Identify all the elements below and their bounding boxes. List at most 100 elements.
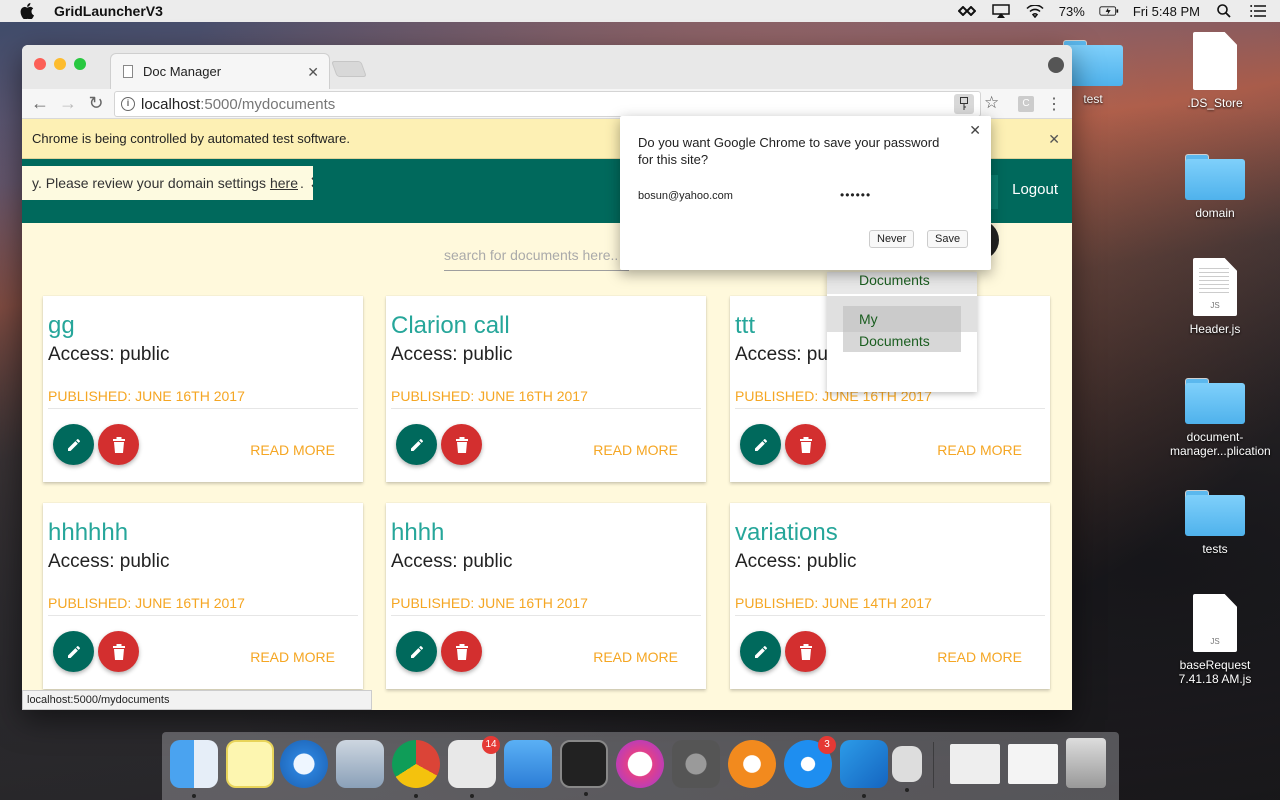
logout-link[interactable]: Logout	[1012, 181, 1058, 198]
nav-dropdown-menu: Documents My Documents	[827, 272, 977, 392]
notes-icon[interactable]	[226, 740, 274, 788]
desktop-folder-domain[interactable]: domain	[1170, 154, 1260, 220]
card-title[interactable]: ttt	[735, 312, 755, 340]
url-path: :5000/mydocuments	[200, 95, 336, 113]
nav-item[interactable]	[990, 175, 998, 209]
zoom-window-button[interactable]	[74, 58, 86, 70]
card-title[interactable]: Clarion call	[391, 312, 510, 340]
save-button[interactable]: Save	[927, 230, 969, 248]
minimized-window-thumbnail[interactable]	[1008, 744, 1058, 784]
system-preferences-icon[interactable]	[672, 740, 720, 788]
keynote-icon[interactable]	[504, 740, 552, 788]
close-window-button[interactable]	[34, 58, 46, 70]
dialog-close-icon[interactable]: ✕	[969, 122, 981, 139]
delete-button[interactable]	[98, 631, 139, 672]
app-name[interactable]: GridLauncherV3	[54, 3, 163, 19]
java-app-icon[interactable]	[892, 746, 922, 792]
trash-icon	[112, 643, 125, 660]
address-bar[interactable]: i localhost:5000/mydocuments	[114, 91, 981, 117]
file-icon	[1193, 32, 1237, 90]
edit-button[interactable]	[396, 424, 437, 465]
minimize-window-button[interactable]	[54, 58, 66, 70]
search-input[interactable]: search for documents here..	[444, 241, 629, 271]
bookmark-star-icon[interactable]: ☆	[984, 93, 999, 113]
delete-button[interactable]	[785, 424, 826, 465]
trash-icon[interactable]	[1066, 738, 1106, 788]
save-password-dialog: Do you want Google Chrome to save your p…	[620, 116, 991, 270]
card-title[interactable]: hhhhhh	[48, 519, 128, 547]
link-icon[interactable]	[957, 4, 977, 18]
toast-close-icon[interactable]: ✕	[310, 173, 313, 193]
spotlight-search-icon[interactable]	[1214, 4, 1234, 18]
edit-button[interactable]	[53, 631, 94, 672]
toast-link[interactable]: here	[270, 175, 298, 191]
card-title[interactable]: gg	[48, 312, 75, 340]
dialog-question: Do you want Google Chrome to save your p…	[638, 135, 940, 167]
trash-icon	[799, 436, 812, 453]
reload-icon[interactable]: ↻	[86, 93, 106, 114]
apple-icon[interactable]	[20, 3, 34, 19]
battery-icon[interactable]	[1099, 4, 1119, 18]
extension-icon[interactable]: C	[1018, 96, 1034, 112]
desktop-folder-document-manager[interactable]: document-manager...plication	[1170, 378, 1271, 458]
pencil-icon	[410, 438, 423, 451]
dialog-username: bosun@yahoo.com	[638, 190, 733, 202]
edit-button[interactable]	[740, 631, 781, 672]
desktop-file-header-js[interactable]: JS Header.js	[1170, 258, 1260, 336]
js-file-icon: JS	[1193, 258, 1237, 316]
safari-icon[interactable]	[280, 740, 328, 788]
forward-icon[interactable]: →	[58, 93, 78, 114]
close-tab-icon[interactable]: ✕	[307, 64, 319, 81]
ibooks-icon[interactable]	[728, 740, 776, 788]
delete-button[interactable]	[785, 631, 826, 672]
clock[interactable]: Fri 5:48 PM	[1133, 4, 1200, 19]
pencil-icon	[754, 438, 767, 451]
airplay-icon[interactable]	[991, 4, 1011, 18]
app-store-icon[interactable]: 3	[784, 736, 836, 788]
card-access: Access: public	[735, 551, 857, 572]
desktop-file-baserequest[interactable]: JS baseRequest 7.41.18 AM.js	[1170, 594, 1260, 686]
read-more-link[interactable]: READ MORE	[250, 442, 335, 458]
edit-button[interactable]	[740, 424, 781, 465]
back-icon[interactable]: ←	[30, 93, 50, 114]
minimized-window-thumbnail[interactable]	[950, 744, 1000, 784]
preview-icon[interactable]	[336, 740, 384, 788]
read-more-link[interactable]: READ MORE	[593, 442, 678, 458]
delete-button[interactable]	[98, 424, 139, 465]
js-file-icon: JS	[1193, 594, 1237, 652]
desktop-folder-tests[interactable]: tests	[1170, 490, 1260, 556]
itunes-icon[interactable]	[616, 740, 664, 788]
tab-doc-manager[interactable]: Doc Manager ✕	[110, 53, 330, 89]
read-more-link[interactable]: READ MORE	[593, 649, 678, 665]
slack-icon[interactable]: 14	[448, 736, 500, 798]
wifi-icon[interactable]	[1025, 4, 1045, 18]
edit-button[interactable]	[53, 424, 94, 465]
desktop-file-ds-store[interactable]: .DS_Store	[1170, 32, 1260, 110]
infobar-close-icon[interactable]: ✕	[1048, 131, 1060, 148]
card-title[interactable]: hhhh	[391, 519, 444, 547]
delete-button[interactable]	[441, 424, 482, 465]
edit-button[interactable]	[396, 631, 437, 672]
desktop-item-label: Header.js	[1189, 322, 1241, 336]
chrome-icon[interactable]	[392, 740, 440, 798]
new-tab-button[interactable]	[331, 61, 367, 77]
pencil-icon	[754, 645, 767, 658]
notification-center-icon[interactable]	[1248, 4, 1268, 18]
vscode-icon[interactable]	[840, 740, 888, 798]
read-more-link[interactable]: READ MORE	[250, 649, 335, 665]
card-divider	[391, 408, 701, 409]
card-divider	[391, 615, 701, 616]
key-icon[interactable]	[954, 94, 974, 114]
dock-separator	[933, 742, 934, 788]
profile-icon[interactable]	[1048, 57, 1064, 73]
read-more-link[interactable]: READ MORE	[937, 442, 1022, 458]
terminal-icon[interactable]	[560, 740, 608, 796]
site-info-icon[interactable]: i	[121, 97, 135, 111]
delete-button[interactable]	[441, 631, 482, 672]
finder-icon[interactable]	[170, 740, 218, 798]
never-button[interactable]: Never	[869, 230, 915, 248]
card-published: PUBLISHED: JUNE 16TH 2017	[391, 388, 588, 404]
read-more-link[interactable]: READ MORE	[937, 649, 1022, 665]
card-title[interactable]: variations	[735, 519, 838, 547]
chrome-menu-icon[interactable]: ⋮	[1046, 94, 1062, 114]
